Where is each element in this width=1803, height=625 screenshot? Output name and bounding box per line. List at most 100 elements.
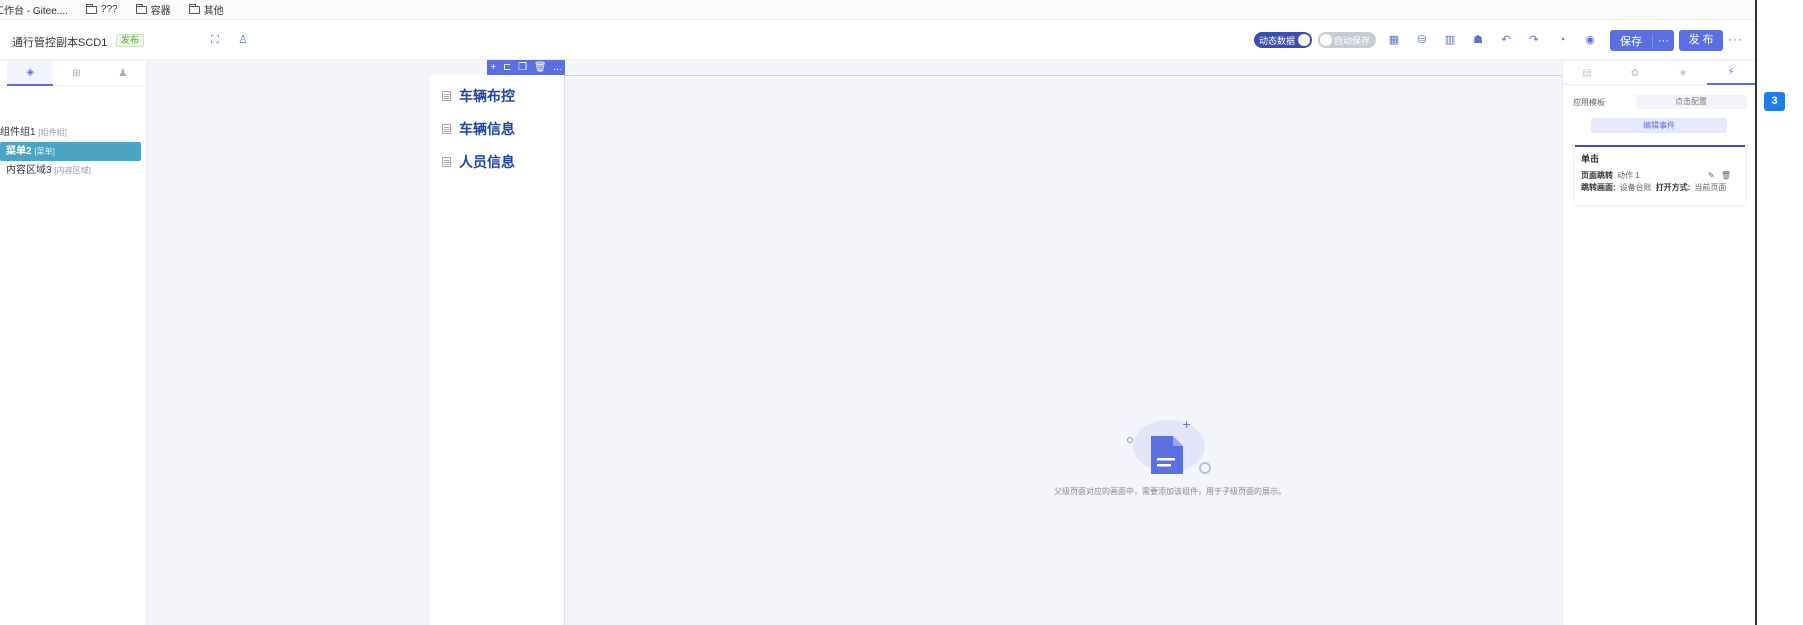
auto-save-label: 自动保存	[1334, 35, 1371, 46]
folder-icon	[85, 3, 97, 14]
tree-node-type: [内容区域]	[54, 166, 91, 175]
open-value: 当前页面	[1694, 183, 1727, 192]
tree-node-type: [菜单]	[34, 147, 55, 156]
svg-text:+: +	[1182, 418, 1191, 431]
star-icon: ★	[1678, 67, 1688, 79]
top-toolbar: 通行管控副本SCD1 发布 ⛶ ♙ 动态数据 自动保存 ▦ ⛁ ▥ ☗ ↶ ↷ …	[0, 20, 1755, 60]
event-action-row: 页面跳转 动作 1 ✎ 🗑	[1581, 170, 1739, 182]
bookmarks-bar: 工作台 - Gitee.... ??? 容器 其他	[0, 0, 1755, 20]
layers-icon: ◈	[26, 66, 35, 78]
tree-node-label: 菜单2	[6, 146, 32, 157]
image-icon[interactable]: ▦	[1388, 34, 1400, 46]
save-button[interactable]: 保存 ···	[1610, 30, 1674, 51]
palette-icon: ✿	[1630, 67, 1640, 79]
dynamic-data-toggle[interactable]: 动态数据	[1254, 32, 1312, 48]
event-detail-row: 跳转画面: 设备台账 打开方式: 当前页面	[1581, 182, 1739, 194]
tab-favorites[interactable]: ★	[1659, 61, 1707, 85]
action-type: 页面跳转	[1581, 171, 1613, 180]
shirt-icon[interactable]: ☗	[1472, 34, 1484, 46]
tree-node-label: 组件组1	[0, 127, 36, 138]
dynamic-data-label: 动态数据	[1259, 35, 1296, 46]
delete-icon[interactable]: 🗑	[534, 62, 547, 73]
tab-style[interactable]: ✿	[1611, 61, 1659, 85]
toggle-knob	[1320, 34, 1332, 46]
menu-item[interactable]: 车辆信息	[442, 119, 515, 139]
edit-icon[interactable]: ✎	[1708, 171, 1715, 180]
publish-button[interactable]: 发 布	[1679, 30, 1723, 51]
tree-node[interactable]: 组件组1 [组件组]	[0, 123, 147, 142]
edit-event-button[interactable]: 编辑事件	[1591, 118, 1727, 133]
menu-item-label: 车辆布控	[459, 88, 515, 104]
add-child-icon[interactable]: ⊏	[503, 62, 511, 73]
auto-save-toggle[interactable]: 自动保存	[1318, 32, 1376, 48]
tab-events[interactable]: ⚡	[1707, 61, 1755, 85]
menu-item-icon	[442, 124, 451, 134]
tree-node-selected[interactable]: 菜单2 [菜单]	[0, 142, 141, 161]
undo-icon[interactable]: ↶	[1500, 34, 1512, 46]
component-toolbar: + ⊏ ❐ 🗑 ...	[487, 60, 565, 75]
tab-components[interactable]: ⊞	[53, 61, 99, 86]
menu-item-label: 人员信息	[459, 154, 515, 170]
template-label: 应用模板	[1573, 97, 1605, 107]
empty-document-illustration: +	[1127, 418, 1211, 474]
menu-item-icon	[442, 91, 451, 101]
template-config-button[interactable]: 点击配置	[1635, 95, 1747, 109]
database-icon[interactable]: ⛁	[1416, 34, 1428, 46]
publish-status-badge: 发布	[116, 34, 145, 47]
bookmark-gitee[interactable]: 工作台 - Gitee....	[0, 2, 68, 17]
right-panel: ▤ ✿ ★ ⚡ 应用模板 点击配置 编辑事件 单击 页面跳转 动作 1 ✎ 🗑 …	[1562, 61, 1755, 625]
chart-icon[interactable]: ▥	[1444, 34, 1456, 46]
bookmark-label: 工作台 - Gitee....	[0, 6, 68, 17]
tab-users[interactable]: ♟	[100, 61, 146, 86]
menu-item[interactable]: 人员信息	[442, 152, 515, 172]
menu-item-label: 车辆信息	[459, 121, 515, 137]
event-title: 单击	[1581, 154, 1600, 164]
event-card: 单击 页面跳转 动作 1 ✎ 🗑 跳转画面: 设备台账 打开方式: 当前页面	[1575, 145, 1745, 205]
table-icon: ▤	[1582, 67, 1592, 79]
right-tabs: ▤ ✿ ★ ⚡	[1563, 61, 1755, 85]
template-row: 应用模板 点击配置	[1573, 95, 1747, 109]
open-label: 打开方式:	[1655, 183, 1691, 192]
folder-icon	[188, 3, 200, 14]
canvas[interactable]	[430, 75, 1562, 625]
count-badge[interactable]: 3	[1764, 92, 1785, 111]
components-icon: ⊞	[72, 67, 81, 79]
save-label: 保存	[1620, 35, 1642, 48]
delete-icon[interactable]: 🗑	[1721, 171, 1731, 180]
redo-icon[interactable]: ↷	[1528, 34, 1540, 46]
toolbar-more-button[interactable]: ...	[553, 62, 561, 73]
preview-eye-icon[interactable]: ◉	[1584, 34, 1596, 46]
toggle-knob	[1298, 34, 1310, 46]
bookmark-label: ???	[100, 4, 118, 15]
bookmark-folder-3[interactable]: 其他	[188, 2, 224, 17]
bookmark-label: 其他	[203, 6, 224, 17]
target-value: 设备台账	[1619, 183, 1652, 192]
menu-component[interactable]: 车辆布控 车辆信息 人员信息	[430, 75, 565, 625]
app-title: 通行管控副本SCD1	[12, 37, 108, 49]
lightning-icon: ⚡	[1727, 66, 1735, 78]
menu-item-icon	[442, 157, 451, 167]
left-tabs: ◈ ⊞ ♟	[0, 60, 146, 86]
menu-item[interactable]: 车辆布控	[442, 86, 515, 106]
bookmark-label: 容器	[150, 6, 171, 17]
tree-node-label: 内容区域3	[6, 165, 52, 176]
save-more-button[interactable]: ···	[1652, 34, 1674, 47]
folder-icon	[135, 3, 147, 14]
bookmark-folder-2[interactable]: 容器	[135, 2, 171, 17]
history-icon[interactable]: ◔	[1556, 34, 1568, 46]
tree-node-type: [组件组]	[38, 128, 67, 137]
tab-properties[interactable]: ▤	[1563, 61, 1611, 85]
layer-tree: 组件组1 [组件组] 菜单2 [菜单] 内容区域3 [内容区域]	[0, 123, 147, 180]
hierarchy-icon[interactable]: ♙	[237, 34, 249, 46]
tree-node[interactable]: 内容区域3 [内容区域]	[0, 161, 147, 180]
tab-layers[interactable]: ◈	[7, 60, 54, 86]
empty-hint-text: 父级页面对应的画面中，需要添加该组件，用于子级页面的展示。	[1054, 487, 1286, 496]
fit-screen-icon[interactable]: ⛶	[209, 34, 221, 46]
copy-icon[interactable]: ❐	[518, 62, 527, 73]
action-name: 动作 1	[1617, 171, 1640, 180]
left-panel: ◈ ⊞ ♟ 组件组1 [组件组] 菜单2 [菜单] 内容区域3 [内容区域]	[0, 60, 147, 625]
bookmark-folder-1[interactable]: ???	[85, 3, 118, 15]
add-icon[interactable]: +	[490, 62, 496, 73]
more-options-button[interactable]: ···	[1728, 32, 1743, 46]
user-icon: ♟	[118, 67, 128, 79]
